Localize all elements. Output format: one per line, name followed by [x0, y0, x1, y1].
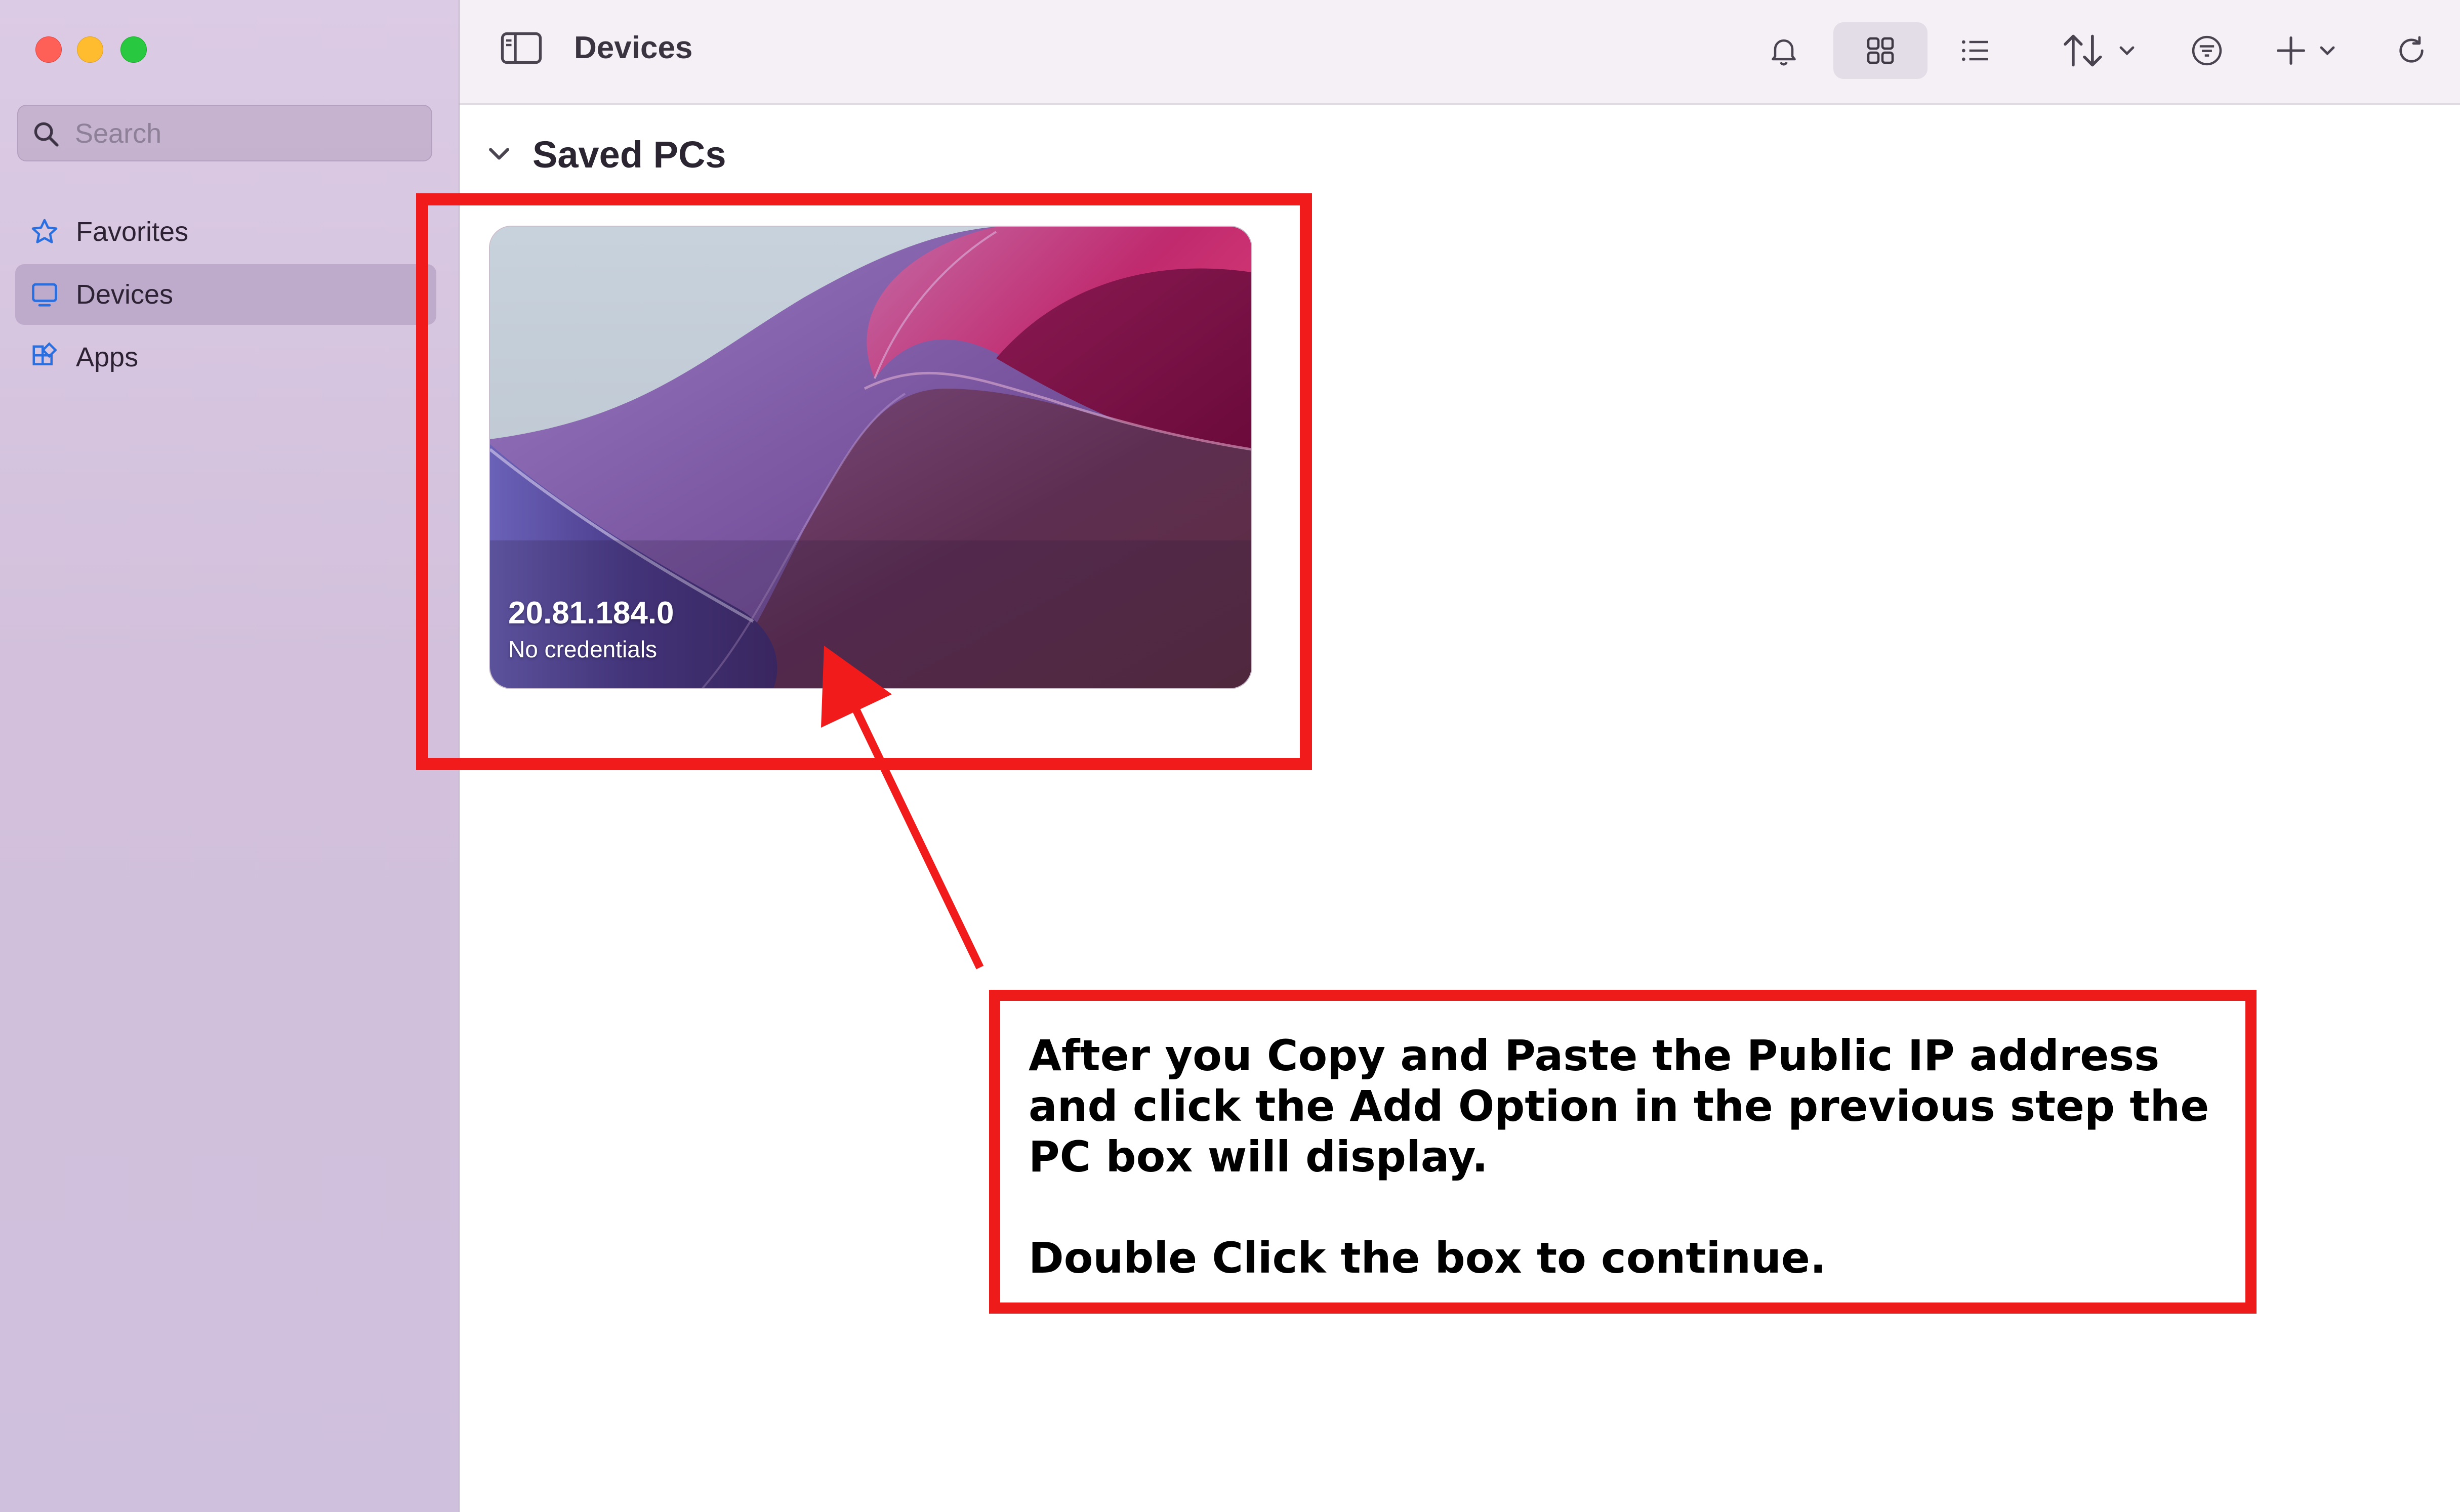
grid-view-button[interactable]	[1833, 22, 1928, 79]
sidebar-item-label: Devices	[76, 279, 174, 310]
minimize-window-button[interactable]	[77, 36, 103, 63]
page-title: Devices	[574, 30, 693, 65]
chevron-down-icon	[2320, 46, 2335, 56]
annotation-line-2: Double Click the box to continue.	[1029, 1233, 1826, 1283]
sidebar-item-apps[interactable]: Apps	[15, 327, 436, 388]
sort-icon	[2064, 34, 2102, 67]
annotation-text: After you Copy and Paste the Public IP a…	[1029, 1030, 2233, 1283]
list-view-icon	[1961, 40, 1988, 61]
chevron-down-icon[interactable]	[485, 140, 513, 168]
apps-grid-icon	[32, 342, 57, 365]
sidebar-toggle-icon[interactable]	[500, 31, 543, 65]
filter-button[interactable]	[2179, 22, 2235, 79]
annotation-highlight-box	[416, 193, 1312, 770]
section-title: Saved PCs	[532, 134, 726, 176]
sort-menu-button[interactable]	[2055, 22, 2146, 79]
sidebar-item-devices[interactable]: Devices	[15, 264, 436, 325]
sidebar-item-label: Apps	[76, 342, 139, 372]
search-icon	[34, 122, 59, 147]
add-menu-button[interactable]	[2268, 22, 2349, 79]
refresh-icon	[2399, 36, 2424, 63]
monitor-icon	[32, 283, 57, 307]
close-window-button[interactable]	[35, 36, 62, 63]
list-view-button[interactable]	[1947, 22, 2003, 79]
annotation-line-1: After you Copy and Paste the Public IP a…	[1029, 1031, 2209, 1182]
annotation-callout: After you Copy and Paste the Public IP a…	[989, 990, 2257, 1314]
add-icon	[2276, 36, 2306, 65]
search-input[interactable]	[74, 106, 420, 161]
sidebar-item-label: Favorites	[76, 217, 189, 247]
bell-icon	[1772, 39, 1796, 66]
star-icon	[31, 219, 58, 243]
search-box[interactable]	[17, 105, 432, 161]
sidebar-item-favorites[interactable]: Favorites	[15, 201, 436, 262]
sidebar: Favorites Devices Apps	[0, 0, 460, 1512]
filter-icon	[2192, 35, 2222, 66]
toolbar: Devices	[460, 0, 2460, 105]
refresh-button[interactable]	[2383, 22, 2440, 79]
chevron-down-icon	[2119, 46, 2135, 56]
grid-view-icon	[1867, 37, 1894, 64]
zoom-window-button[interactable]	[120, 36, 147, 63]
notifications-button[interactable]	[1755, 22, 1812, 79]
